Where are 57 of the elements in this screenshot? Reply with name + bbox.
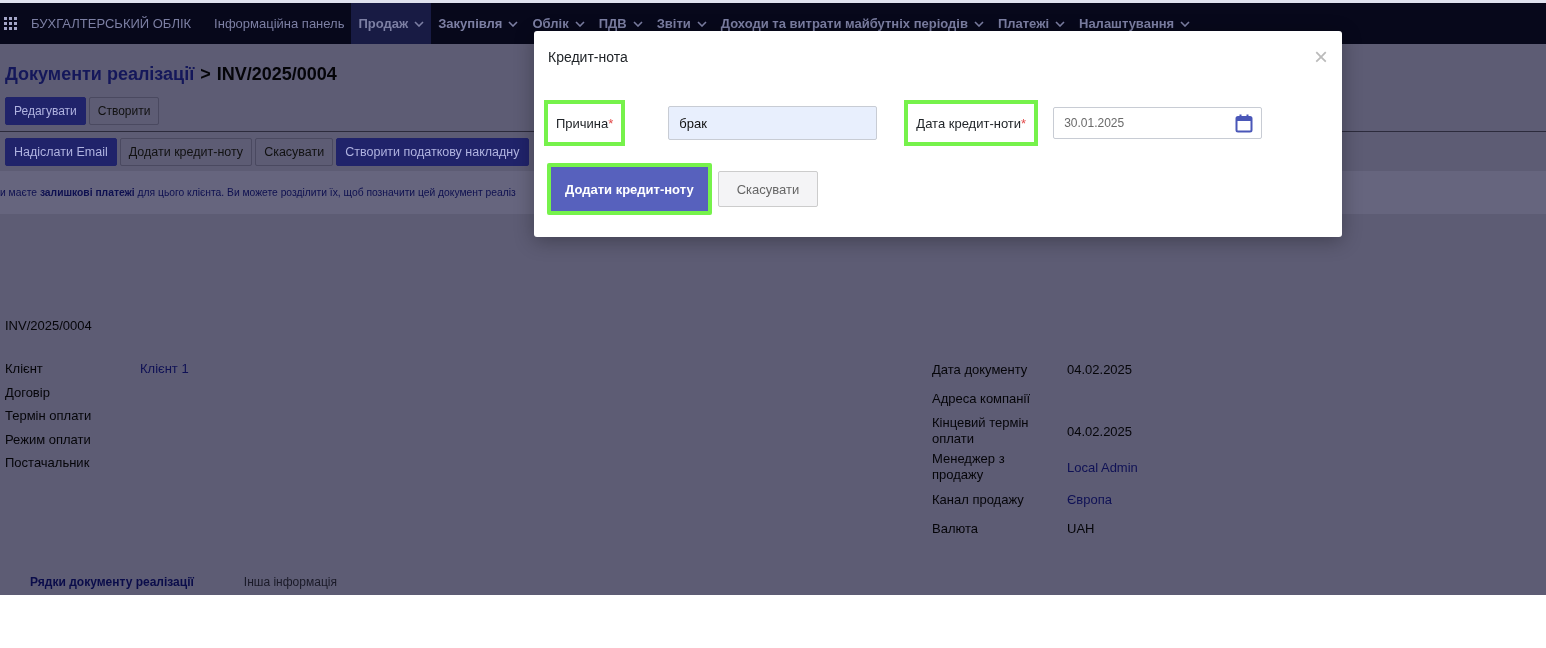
field-value: 04.02.2025	[1067, 362, 1134, 377]
field-label: Адреса компанії	[932, 390, 1031, 407]
action-button[interactable]: Скасувати	[255, 138, 334, 166]
calendar-icon[interactable]	[1235, 113, 1254, 133]
chevron-down-icon	[1055, 20, 1065, 27]
menu-item[interactable]: Звіти	[649, 3, 714, 44]
field-label: Термін оплати	[5, 408, 93, 424]
menu-item[interactable]: Продаж	[351, 3, 432, 44]
field-label: Причина*	[544, 100, 626, 146]
field-link[interactable]: Local Admin	[1067, 459, 1267, 475]
chevron-down-icon	[508, 20, 519, 27]
chevron-down-icon	[632, 20, 643, 27]
action-button[interactable]: Додати кредит-ноту	[119, 138, 253, 166]
breadcrumb-link[interactable]: Документи реалізації	[5, 64, 195, 85]
chevron-down-icon	[414, 20, 425, 27]
chevron-down-icon	[574, 20, 585, 27]
menu-item[interactable]: Платежі	[990, 3, 1072, 44]
tab[interactable]: Інша інформація	[243, 575, 337, 589]
menu-item[interactable]: Облік	[525, 3, 592, 44]
field-label: Кінцевий термін оплати	[932, 415, 1030, 447]
app-title: БУХГАЛТЕРСЬКИЙ ОБЛІК	[31, 16, 192, 31]
dialog-title: Кредит-нота	[548, 49, 628, 65]
breadcrumb-current: INV/2025/0004	[216, 64, 337, 85]
cancel-button[interactable]: Скасувати	[717, 171, 819, 207]
alert-text: и маєте залишкові платежі для цього клієнта. Ви можете розділити їх, щоб позначити цей документ реаліз	[0, 187, 516, 198]
field-label: Дата документу	[932, 361, 1029, 378]
add-credit-note-button[interactable]: Додати кредит-ноту	[547, 163, 712, 215]
field-label: Канал продажу	[932, 491, 1025, 508]
document-number: INV/2025/0004	[5, 318, 93, 333]
menu-item[interactable]: ПДВ	[591, 3, 650, 44]
field-link[interactable]: Клієнт 1	[140, 361, 340, 377]
tab[interactable]: Рядки документу реалізації	[30, 575, 194, 589]
reason-input[interactable]: брак	[668, 106, 878, 140]
field-value: UAH	[1067, 521, 1096, 536]
action-button[interactable]: Надіслати Email	[5, 138, 117, 166]
field-label: Постачальник	[5, 455, 91, 471]
chevron-down-icon	[973, 20, 984, 27]
toolbar-button[interactable]: Створити	[88, 97, 160, 125]
field-value: 04.02.2025	[1067, 423, 1134, 439]
field-label: Дата кредит-ноти*	[904, 100, 1039, 146]
apps-grid-icon[interactable]	[4, 17, 17, 30]
action-button[interactable]: Створити податкову накладну	[336, 138, 529, 166]
chevron-down-icon	[1180, 20, 1191, 27]
menu-item[interactable]: Закупівля	[431, 3, 526, 44]
date-field[interactable]: 30.01.2025	[1053, 107, 1263, 139]
field-label: Режим оплати	[5, 431, 92, 447]
field-label: Договір	[5, 384, 51, 400]
menu-item[interactable]: Доходи та витрати майбутніх періодів	[713, 3, 991, 44]
toolbar-button[interactable]: Редагувати	[5, 97, 86, 125]
field-label: Менеджер з продажу	[932, 451, 1006, 483]
chevron-down-icon	[696, 20, 707, 27]
menu-item[interactable]: Інформаційна панель	[207, 3, 352, 44]
field-label: Валюта	[932, 520, 979, 537]
field-link[interactable]: Європа	[1067, 492, 1267, 507]
field-label: Клієнт	[5, 361, 44, 377]
breadcrumb-separator: >	[200, 64, 211, 85]
menu-item[interactable]: Налаштування	[1072, 3, 1198, 44]
